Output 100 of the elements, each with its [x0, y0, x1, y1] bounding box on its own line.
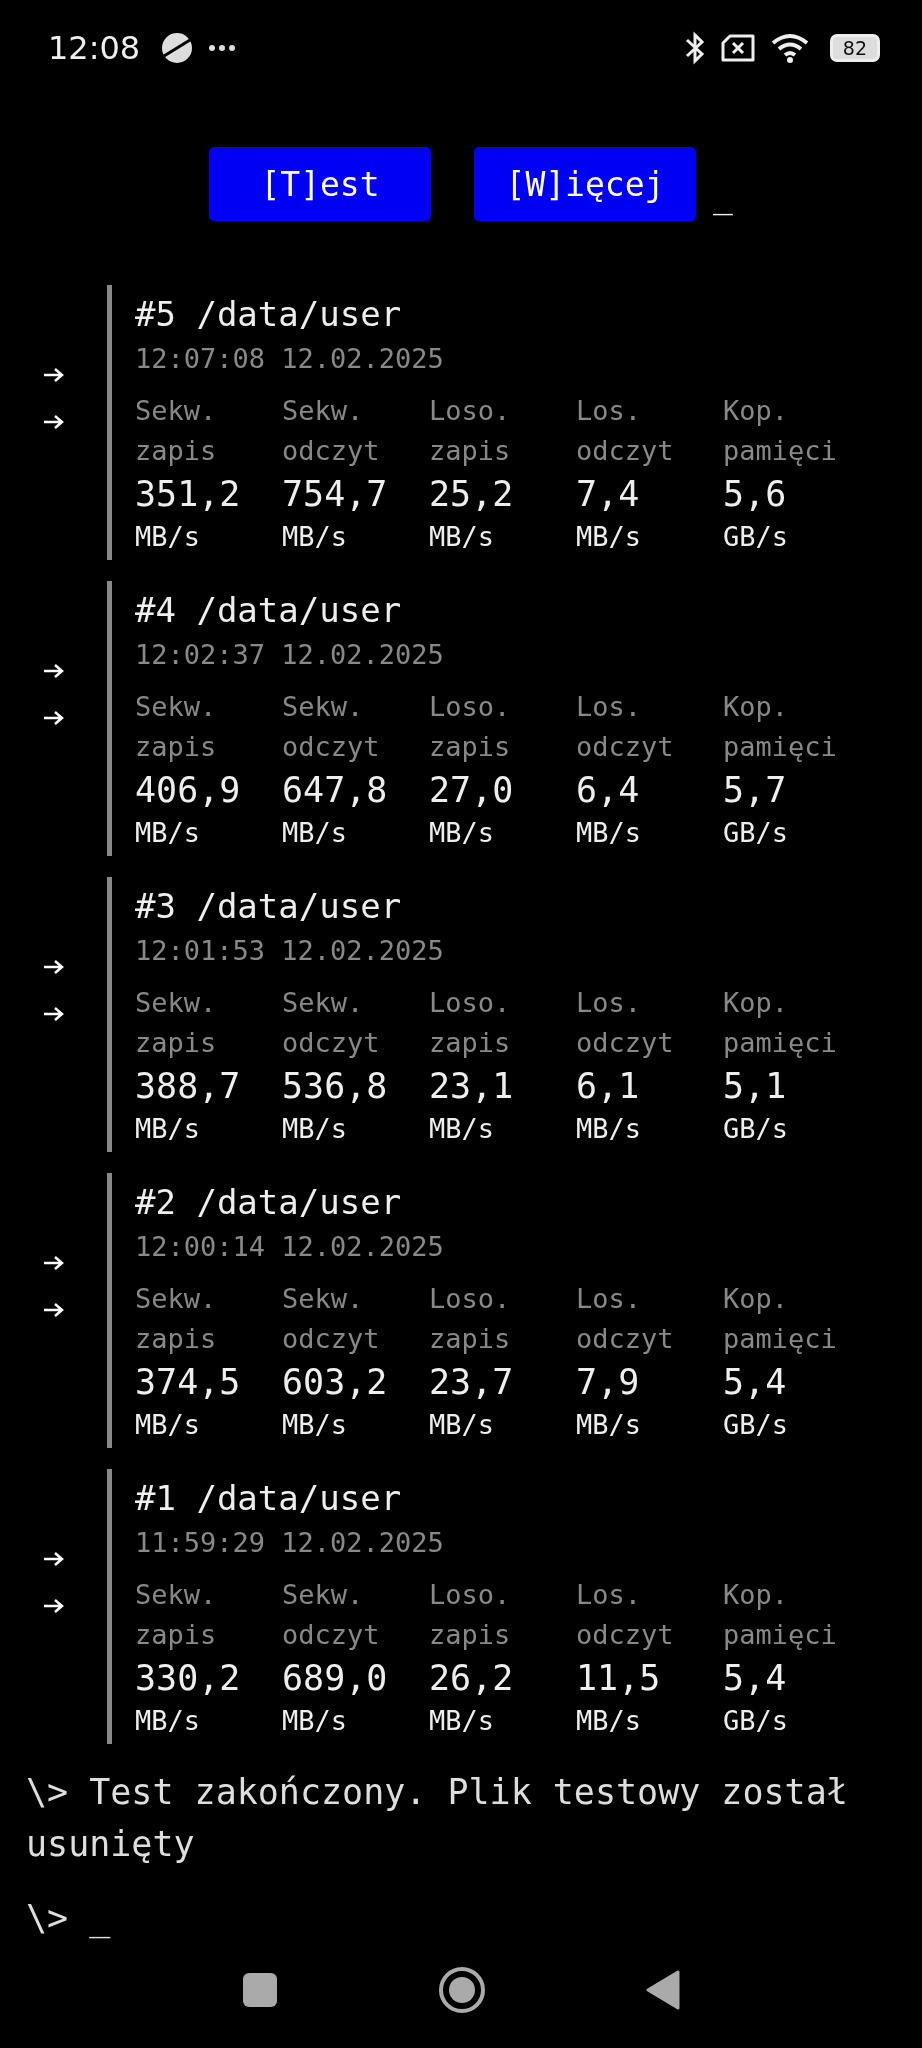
metric-unit: GB/s	[723, 520, 790, 554]
metric-label: zapis	[135, 1618, 218, 1652]
arrow-icon	[42, 663, 65, 679]
metric-value: 406,9	[135, 769, 242, 812]
metric-value: 330,2	[135, 1657, 242, 1700]
metric-label: zapis	[429, 1322, 512, 1356]
arrow-icon	[42, 414, 65, 430]
metric-label: Sekw.	[135, 690, 218, 724]
metric-unit: GB/s	[723, 1408, 790, 1442]
metric-unit: MB/s	[282, 1112, 349, 1146]
bluetooth-icon	[683, 30, 706, 65]
result-timestamp: 12:01:53 12.02.2025	[135, 934, 445, 968]
metric-label: Kop.	[723, 986, 790, 1020]
metric-value: 23,7	[429, 1361, 515, 1404]
metric-value: 536,8	[282, 1065, 389, 1108]
metric-label: Los.	[576, 1578, 643, 1612]
metric-value: 23,1	[429, 1065, 515, 1108]
metric-label: odczyt	[576, 1026, 675, 1060]
metric-value: 5,7	[723, 769, 788, 812]
metric-unit: MB/s	[135, 1704, 202, 1738]
metric-value: 374,5	[135, 1361, 242, 1404]
metric-unit: GB/s	[723, 1704, 790, 1738]
result-timestamp: 11:59:29 12.02.2025	[135, 1526, 445, 1560]
metric-unit: GB/s	[723, 816, 790, 850]
metric-unit: MB/s	[282, 816, 349, 850]
metric-value: 6,4	[576, 769, 641, 812]
metric-label: zapis	[135, 730, 218, 764]
metric-label: Sekw.	[282, 1282, 365, 1316]
text-cursor: _	[713, 175, 733, 218]
metric-label: Sekw.	[282, 394, 365, 428]
metric-unit: MB/s	[135, 520, 202, 554]
metric-label: Loso.	[429, 394, 512, 428]
metric-unit: MB/s	[135, 816, 202, 850]
metric-value: 27,0	[429, 769, 515, 812]
log-message: \> Test zakończony. Plik testowy został usunięty	[25, 1771, 849, 1866]
metric-label: pamięci	[723, 434, 838, 468]
metric-value: 388,7	[135, 1065, 242, 1108]
metric-label: zapis	[135, 434, 218, 468]
metric-label: odczyt	[282, 1322, 381, 1356]
metric-label: zapis	[429, 434, 512, 468]
metric-label: Sekw.	[282, 986, 365, 1020]
metric-label: pamięci	[723, 1618, 838, 1652]
metric-unit: MB/s	[282, 1704, 349, 1738]
battery-indicator: 82	[829, 33, 880, 62]
metric-unit: MB/s	[429, 1704, 496, 1738]
metric-unit: MB/s	[429, 816, 496, 850]
metric-unit: MB/s	[576, 816, 643, 850]
metric-label: zapis	[429, 1026, 512, 1060]
result-title: #3 /data/user	[135, 885, 403, 928]
metric-value: 647,8	[282, 769, 389, 812]
metric-label: Sekw.	[282, 1578, 365, 1612]
more-icon	[208, 43, 237, 52]
metric-label: zapis	[135, 1322, 218, 1356]
home-button[interactable]	[438, 1966, 486, 2014]
result-title: #1 /data/user	[135, 1477, 403, 1520]
metric-unit: MB/s	[429, 520, 496, 554]
wifi-icon	[769, 31, 810, 64]
metric-unit: MB/s	[135, 1112, 202, 1146]
metric-label: Loso.	[429, 690, 512, 724]
result-title: #2 /data/user	[135, 1181, 403, 1224]
menu-button[interactable]: [T]est	[209, 147, 431, 221]
metric-label: zapis	[135, 1026, 218, 1060]
metric-unit: MB/s	[282, 1408, 349, 1442]
metric-label: Los.	[576, 1282, 643, 1316]
metric-value: 5,6	[723, 473, 788, 516]
back-button[interactable]	[646, 1970, 680, 2010]
metric-label: Sekw.	[135, 1282, 218, 1316]
metric-value: 7,4	[576, 473, 641, 516]
arrow-icon	[42, 1255, 65, 1271]
planet-icon	[160, 30, 195, 65]
metric-label: pamięci	[723, 1322, 838, 1356]
metric-value: 25,2	[429, 473, 515, 516]
result-title: #5 /data/user	[135, 293, 403, 336]
metric-unit: MB/s	[135, 1408, 202, 1442]
arrow-icon	[42, 1302, 65, 1318]
metric-label: Sekw.	[135, 394, 218, 428]
metric-label: Kop.	[723, 394, 790, 428]
metric-value: 7,9	[576, 1361, 641, 1404]
metric-unit: MB/s	[576, 1408, 643, 1442]
metric-label: Los.	[576, 986, 643, 1020]
recents-button[interactable]	[242, 1972, 278, 2008]
metric-label: pamięci	[723, 1026, 838, 1060]
metric-label: Loso.	[429, 1282, 512, 1316]
result-timestamp: 12:02:37 12.02.2025	[135, 638, 445, 672]
metric-label: odczyt	[576, 1618, 675, 1652]
metric-label: Sekw.	[282, 690, 365, 724]
metric-label: odczyt	[576, 434, 675, 468]
text-cursor: _	[89, 1897, 111, 1941]
arrow-icon	[42, 1598, 65, 1614]
menu-button[interactable]: [W]ięcej	[474, 147, 696, 221]
metric-label: odczyt	[576, 730, 675, 764]
sim-card-icon	[719, 32, 756, 63]
metric-value: 6,1	[576, 1065, 641, 1108]
prompt-symbol: \>	[26, 1897, 69, 1940]
metric-unit: MB/s	[429, 1112, 496, 1146]
metric-label: Kop.	[723, 1578, 790, 1612]
metric-unit: MB/s	[576, 1704, 643, 1738]
metric-value: 5,4	[723, 1657, 788, 1700]
metric-label: Sekw.	[135, 986, 218, 1020]
arrow-icon	[42, 959, 65, 975]
